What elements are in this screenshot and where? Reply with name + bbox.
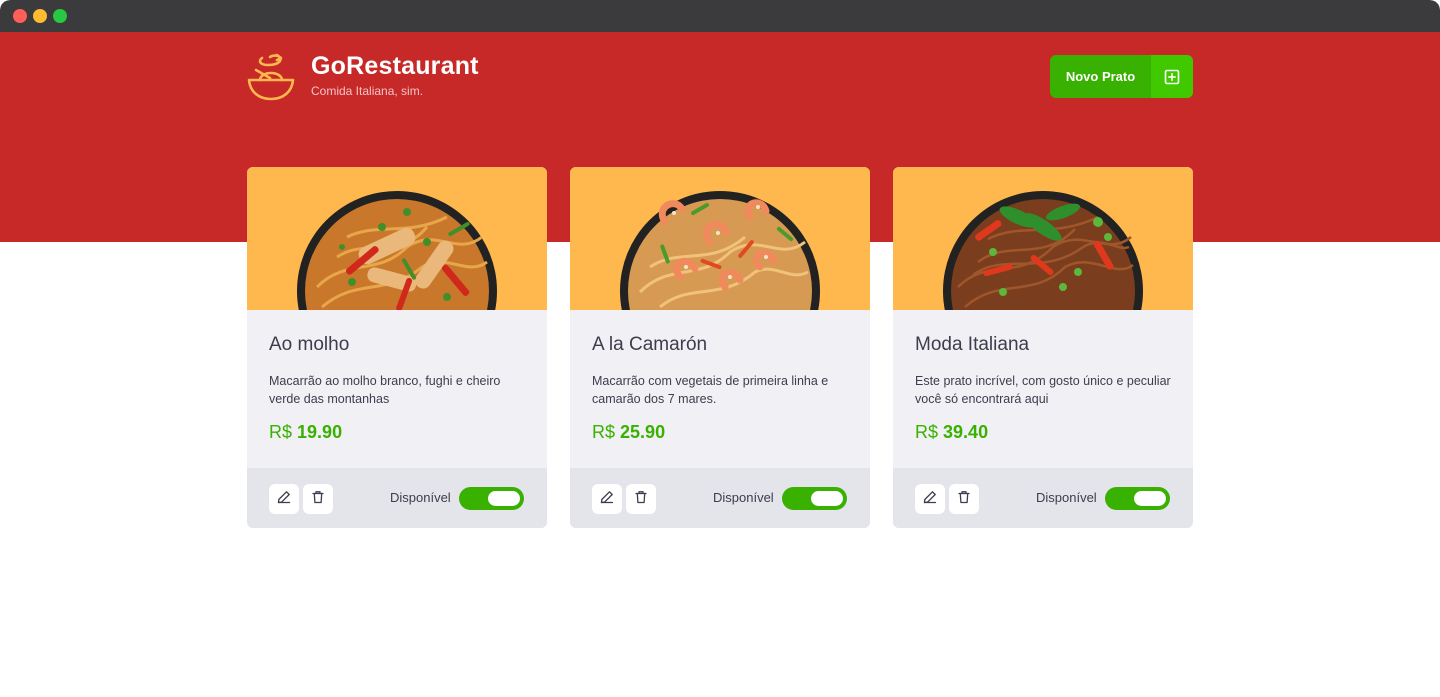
toggle-knob [488,491,520,506]
delete-food-button[interactable] [303,484,333,514]
price-value: 25.90 [620,422,666,442]
food-price: R$ 19.90 [269,422,342,443]
bowl-logo-icon [246,52,296,102]
availability-toggle[interactable] [782,487,847,510]
price-currency: R$ [269,422,293,442]
price-value: 19.90 [297,422,343,442]
pencil-icon [923,490,937,509]
trash-icon [634,490,648,509]
brand: GoRestaurant Comida Italiana, sim. [246,52,506,102]
food-description: Macarrão ao molho branco, fughi e cheiro… [269,374,501,406]
pencil-icon [600,490,614,509]
food-card-footer: Disponível [893,468,1193,528]
new-dish-button-label: Novo Prato [1065,69,1136,84]
food-price: R$ 39.40 [915,422,988,443]
close-window-button[interactable] [13,9,27,23]
food-card: Ao molho Macarrão ao molho branco, fughi… [247,167,547,528]
food-card: Moda Italiana Este prato incrível, com g… [893,167,1193,528]
availability-toggle[interactable] [459,487,524,510]
delete-food-button[interactable] [949,484,979,514]
food-card-footer: Disponível [570,468,870,528]
browser-window: GoRestaurant Comida Italiana, sim. Novo … [0,0,1440,697]
trash-icon [957,490,971,509]
availability-label: Disponível [1036,490,1097,505]
toggle-knob [811,491,843,506]
edit-food-button[interactable] [915,484,945,514]
edit-food-button[interactable] [592,484,622,514]
maximize-window-button[interactable] [53,9,67,23]
availability-label: Disponível [390,490,451,505]
price-currency: R$ [592,422,616,442]
toggle-knob [1134,491,1166,506]
availability-toggle[interactable] [1105,487,1170,510]
food-card-footer: Disponível [247,468,547,528]
food-name: Moda Italiana [915,334,1030,355]
brand-title: GoRestaurant [311,52,479,80]
food-description: Este prato incrível, com gosto único e p… [915,374,1171,406]
food-description: Macarrão com vegetais de primeira linha … [592,374,829,406]
pencil-icon [277,490,291,509]
price-currency: R$ [915,422,939,442]
food-image-pasta-shrimp [570,167,870,310]
food-price: R$ 25.90 [592,422,665,443]
new-dish-button[interactable]: Novo Prato [1050,55,1193,98]
food-image-pasta-vegetables [893,167,1193,310]
food-name: A la Camarón [592,334,708,355]
availability-label: Disponível [713,490,774,505]
food-image-pasta-chicken [247,167,547,310]
brand-subtitle: Comida Italiana, sim. [311,84,424,98]
trash-icon [311,490,325,509]
food-name: Ao molho [269,334,350,355]
window-titlebar [0,0,1440,32]
price-value: 39.40 [943,422,989,442]
edit-food-button[interactable] [269,484,299,514]
food-card: A la Camarón Macarrão com vegetais de pr… [570,167,870,528]
delete-food-button[interactable] [626,484,656,514]
plus-square-icon [1151,55,1193,98]
minimize-window-button[interactable] [33,9,47,23]
